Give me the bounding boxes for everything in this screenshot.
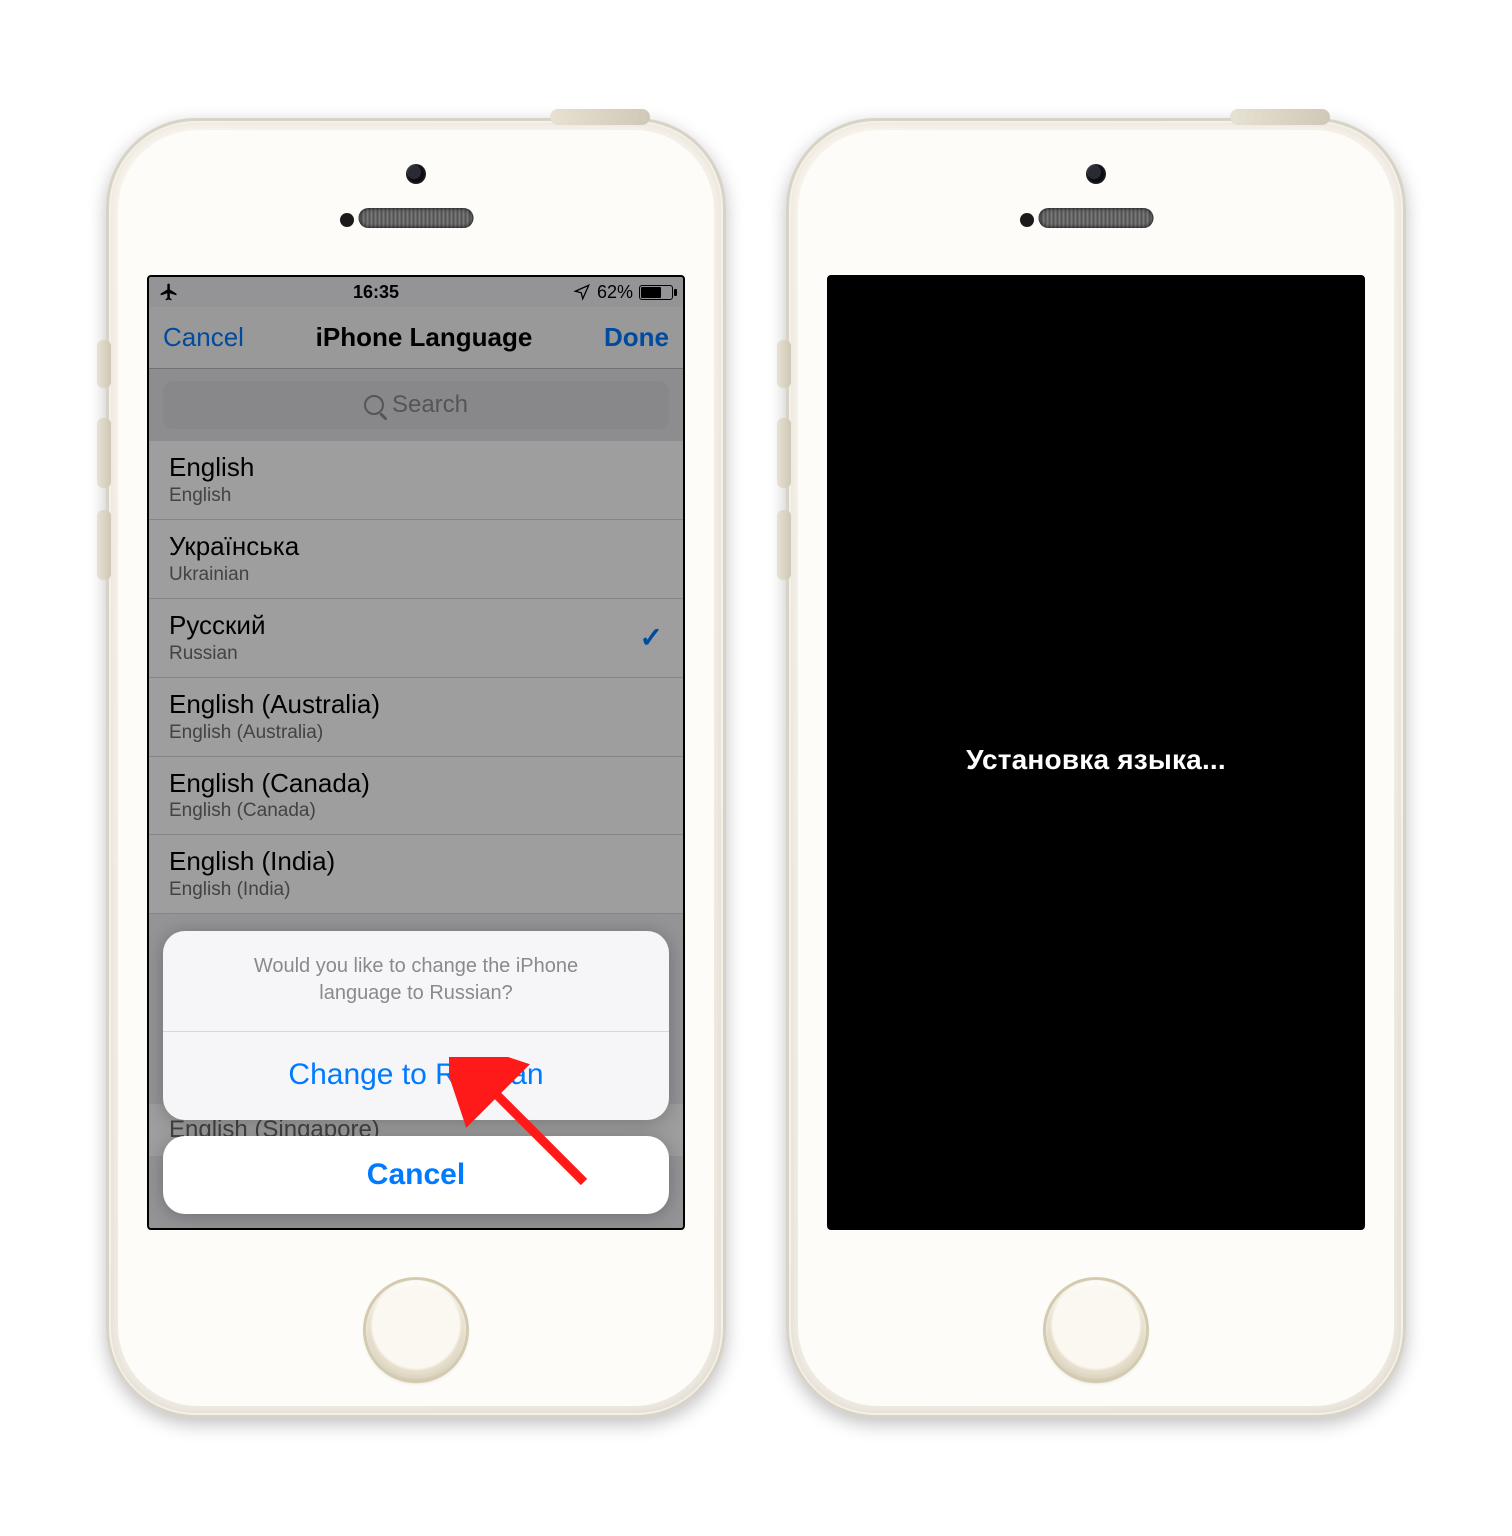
volume-up-button bbox=[97, 418, 111, 488]
iphone-device-right: Установка языка... bbox=[786, 118, 1406, 1418]
power-button bbox=[550, 109, 650, 125]
proximity-sensor bbox=[1020, 213, 1034, 227]
proximity-sensor bbox=[340, 213, 354, 227]
iphone-device-left: 16:35 62% Cancel iPhone Language Done Se… bbox=[106, 118, 726, 1418]
action-sheet-card: Would you like to change the iPhone lang… bbox=[163, 931, 669, 1120]
action-sheet-message: Would you like to change the iPhone lang… bbox=[163, 931, 669, 1032]
volume-down-button bbox=[777, 510, 791, 580]
screen-left: 16:35 62% Cancel iPhone Language Done Se… bbox=[147, 275, 685, 1230]
power-button bbox=[1230, 109, 1330, 125]
front-camera bbox=[1086, 164, 1106, 184]
screen-right: Установка языка... bbox=[827, 275, 1365, 1230]
sheet-msg-line2: language to Russian? bbox=[319, 982, 512, 1004]
front-camera bbox=[406, 164, 426, 184]
volume-down-button bbox=[97, 510, 111, 580]
home-button[interactable] bbox=[1046, 1280, 1146, 1380]
mute-switch bbox=[777, 340, 791, 388]
setting-language-text: Установка языка... bbox=[829, 277, 1363, 1228]
sheet-msg-line1: Would you like to change the iPhone bbox=[254, 955, 578, 977]
change-language-button[interactable]: Change to Russian bbox=[163, 1032, 669, 1120]
mute-switch bbox=[97, 340, 111, 388]
earpiece-speaker bbox=[1039, 208, 1154, 228]
earpiece-speaker bbox=[359, 208, 474, 228]
sheet-cancel-button[interactable]: Cancel bbox=[163, 1136, 669, 1214]
home-button[interactable] bbox=[366, 1280, 466, 1380]
action-sheet: Would you like to change the iPhone lang… bbox=[163, 931, 669, 1214]
volume-up-button bbox=[777, 418, 791, 488]
